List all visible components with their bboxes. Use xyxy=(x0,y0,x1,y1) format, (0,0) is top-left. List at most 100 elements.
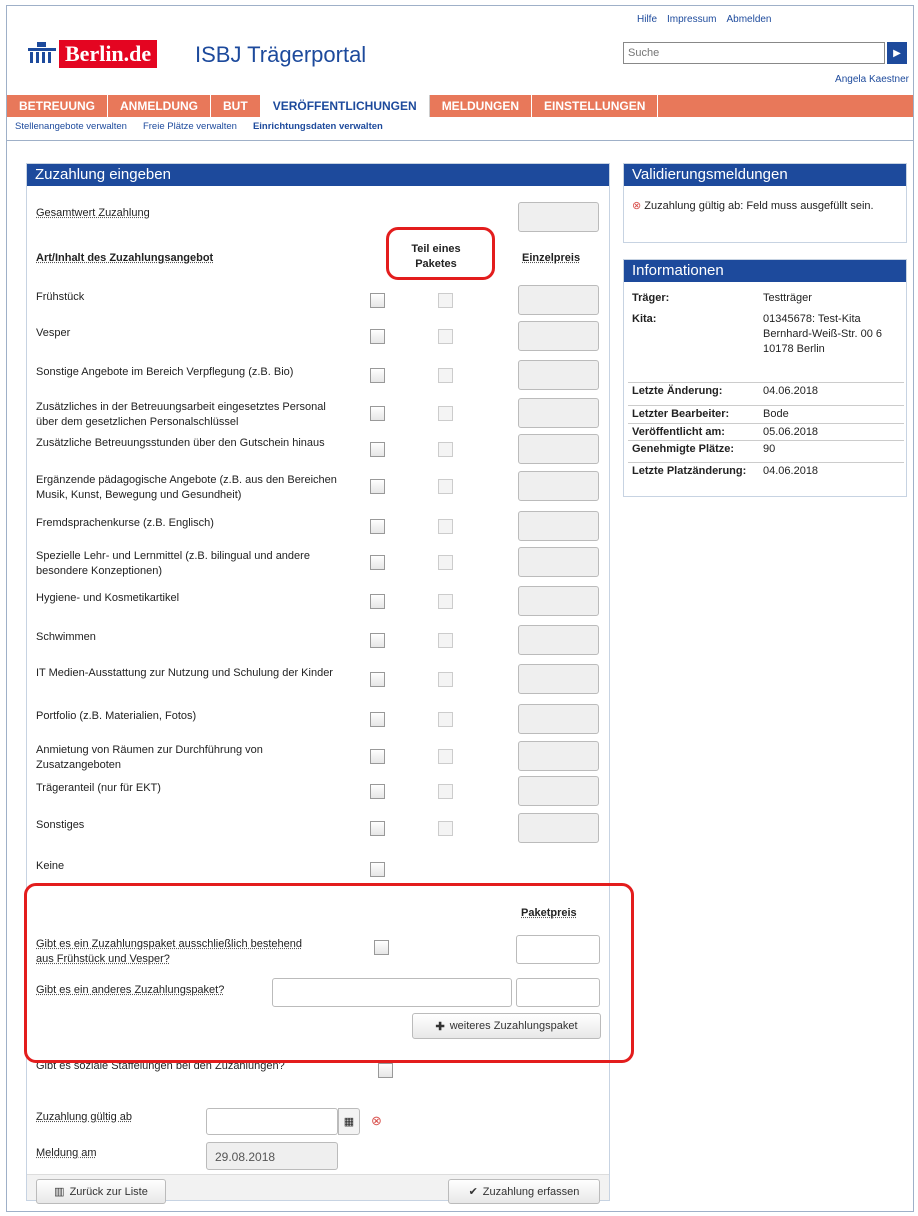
item-paket-checkbox[interactable] xyxy=(438,749,453,764)
item-price-input[interactable] xyxy=(518,813,599,843)
item-paket-checkbox[interactable] xyxy=(438,821,453,836)
item-checkbox[interactable] xyxy=(370,594,385,609)
item-paket-checkbox[interactable] xyxy=(438,442,453,457)
nav-einstellungen[interactable]: EINSTELLUNGEN xyxy=(532,95,659,117)
validation-message: ⊗ Zuzahlung gültig ab: Feld muss ausgefü… xyxy=(632,199,900,213)
info-value: 05.06.2018 xyxy=(763,426,819,438)
item-price-input[interactable] xyxy=(518,625,599,655)
error-icon: ⊗ xyxy=(632,200,645,212)
item-checkbox[interactable] xyxy=(370,555,385,570)
item-price-input[interactable] xyxy=(518,741,599,771)
item-paket-checkbox[interactable] xyxy=(438,555,453,570)
item-paket-checkbox[interactable] xyxy=(438,329,453,344)
calendar-icon[interactable]: ▦ xyxy=(338,1108,360,1135)
search-button[interactable]: ▶ xyxy=(887,42,907,64)
item-paket-checkbox[interactable] xyxy=(438,293,453,308)
item-label: Spezielle Lehr- und Lernmittel (z.B. bil… xyxy=(36,550,310,577)
item-price-input[interactable] xyxy=(518,586,599,616)
item-checkbox[interactable] xyxy=(370,442,385,457)
nav-but[interactable]: BUT xyxy=(211,95,261,117)
item-price-input[interactable] xyxy=(518,360,599,390)
nav-meldungen[interactable]: MELDUNGEN xyxy=(430,95,533,117)
page-frame: Berlin.de ISBJ Trägerportal Hilfe Impres… xyxy=(6,5,914,1212)
item-paket-checkbox[interactable] xyxy=(438,784,453,799)
help-link[interactable]: Hilfe xyxy=(637,14,657,25)
info-separator xyxy=(628,462,904,463)
item-checkbox[interactable] xyxy=(370,329,385,344)
item-paket-checkbox[interactable] xyxy=(438,479,453,494)
top-links: Hilfe Impressum Abmelden xyxy=(637,14,772,25)
info-key: Letzter Bearbeiter: xyxy=(632,408,730,420)
back-button[interactable]: ▥ Zurück zur Liste xyxy=(36,1179,166,1204)
item-checkbox[interactable] xyxy=(370,784,385,799)
info-separator xyxy=(628,440,904,441)
impressum-link[interactable]: Impressum xyxy=(667,14,716,25)
item-checkbox[interactable] xyxy=(370,519,385,534)
item-checkbox[interactable] xyxy=(370,368,385,383)
subnav-einrichtungsdaten[interactable]: Einrichtungsdaten verwalten xyxy=(245,117,391,140)
subnav-stellenangebote[interactable]: Stellenangebote verwalten xyxy=(7,117,135,140)
sozial-checkbox[interactable] xyxy=(378,1063,393,1078)
item-checkbox[interactable] xyxy=(370,821,385,836)
gueltig-date-input[interactable] xyxy=(206,1108,338,1135)
item-price-input[interactable] xyxy=(518,704,599,734)
subnav-freie-plaetze[interactable]: Freie Plätze verwalten xyxy=(135,117,245,140)
item-paket-checkbox[interactable] xyxy=(438,406,453,421)
item-label: Vesper xyxy=(36,327,71,339)
item-price-input[interactable] xyxy=(518,285,599,315)
validation-message-text: Zuzahlung gültig ab: Feld muss ausgefüll… xyxy=(644,200,874,212)
item-price-input[interactable] xyxy=(518,776,599,806)
info-value: 01345678: Test-Kita Bernhard-Weiß-Str. 0… xyxy=(763,313,883,355)
berlin-logo-text: Berlin.de xyxy=(59,40,158,68)
gesamtwert-input[interactable] xyxy=(518,202,599,232)
submit-button[interactable]: ✔ Zuzahlung erfassen xyxy=(448,1179,600,1204)
gesamtwert-label: Gesamtwert Zuzahlung xyxy=(36,207,150,219)
item-label: Frühstück xyxy=(36,291,85,303)
item-checkbox[interactable] xyxy=(370,712,385,727)
highlight-teil-paketes xyxy=(386,227,495,280)
item-price-input[interactable] xyxy=(518,511,599,541)
berlin-logo[interactable]: Berlin.de xyxy=(27,40,158,68)
item-checkbox[interactable] xyxy=(370,479,385,494)
info-key: Letzte Änderung: xyxy=(632,385,723,397)
nav-anmeldung[interactable]: ANMELDUNG xyxy=(108,95,212,117)
col-einzelpreis-header: Einzelpreis xyxy=(522,252,581,264)
info-key: Genehmigte Plätze: xyxy=(632,443,735,455)
item-price-input[interactable] xyxy=(518,321,599,351)
item-paket-checkbox[interactable] xyxy=(438,594,453,609)
item-paket-checkbox[interactable] xyxy=(438,672,453,687)
item-price-input[interactable] xyxy=(518,547,599,577)
nav-veroeffentlichungen[interactable]: VERÖFFENTLICHUNGEN xyxy=(260,95,430,117)
item-checkbox[interactable] xyxy=(370,672,385,687)
check-icon: ✔ xyxy=(468,1186,478,1198)
search-input[interactable] xyxy=(623,42,885,64)
item-checkbox[interactable] xyxy=(370,406,385,421)
item-label: Portfolio (z.B. Materialien, Fotos) xyxy=(36,710,197,722)
item-price-input[interactable] xyxy=(518,664,599,694)
panel-title: Zuzahlung eingeben xyxy=(27,164,609,186)
item-checkbox[interactable] xyxy=(370,293,385,308)
nav-betreuung[interactable]: BETREUUNG xyxy=(7,95,109,117)
info-value: Testträger xyxy=(763,292,812,304)
item-label: Fremdsprachenkurse (z.B. Englisch) xyxy=(36,517,214,529)
item-paket-checkbox[interactable] xyxy=(438,519,453,534)
highlight-paket-section xyxy=(24,883,634,1063)
list-icon: ▥ xyxy=(54,1186,65,1198)
brandenburg-gate-icon xyxy=(27,40,57,68)
item-price-input[interactable] xyxy=(518,434,599,464)
item-paket-checkbox[interactable] xyxy=(438,633,453,648)
user-name[interactable]: Angela Kaestner xyxy=(835,74,909,85)
item-price-input[interactable] xyxy=(518,471,599,501)
item-checkbox[interactable] xyxy=(370,633,385,648)
item-checkbox[interactable] xyxy=(370,862,385,877)
info-key: Träger: xyxy=(632,292,670,304)
item-paket-checkbox[interactable] xyxy=(438,712,453,727)
logout-link[interactable]: Abmelden xyxy=(726,14,771,25)
item-checkbox[interactable] xyxy=(370,749,385,764)
info-panel: Informationen Träger: Testträger Kita: 0134… xyxy=(623,259,907,497)
info-separator xyxy=(628,382,904,383)
portal-title: ISBJ Trägerportal xyxy=(195,42,367,67)
item-paket-checkbox[interactable] xyxy=(438,368,453,383)
info-title: Informationen xyxy=(624,260,906,282)
item-price-input[interactable] xyxy=(518,398,599,428)
